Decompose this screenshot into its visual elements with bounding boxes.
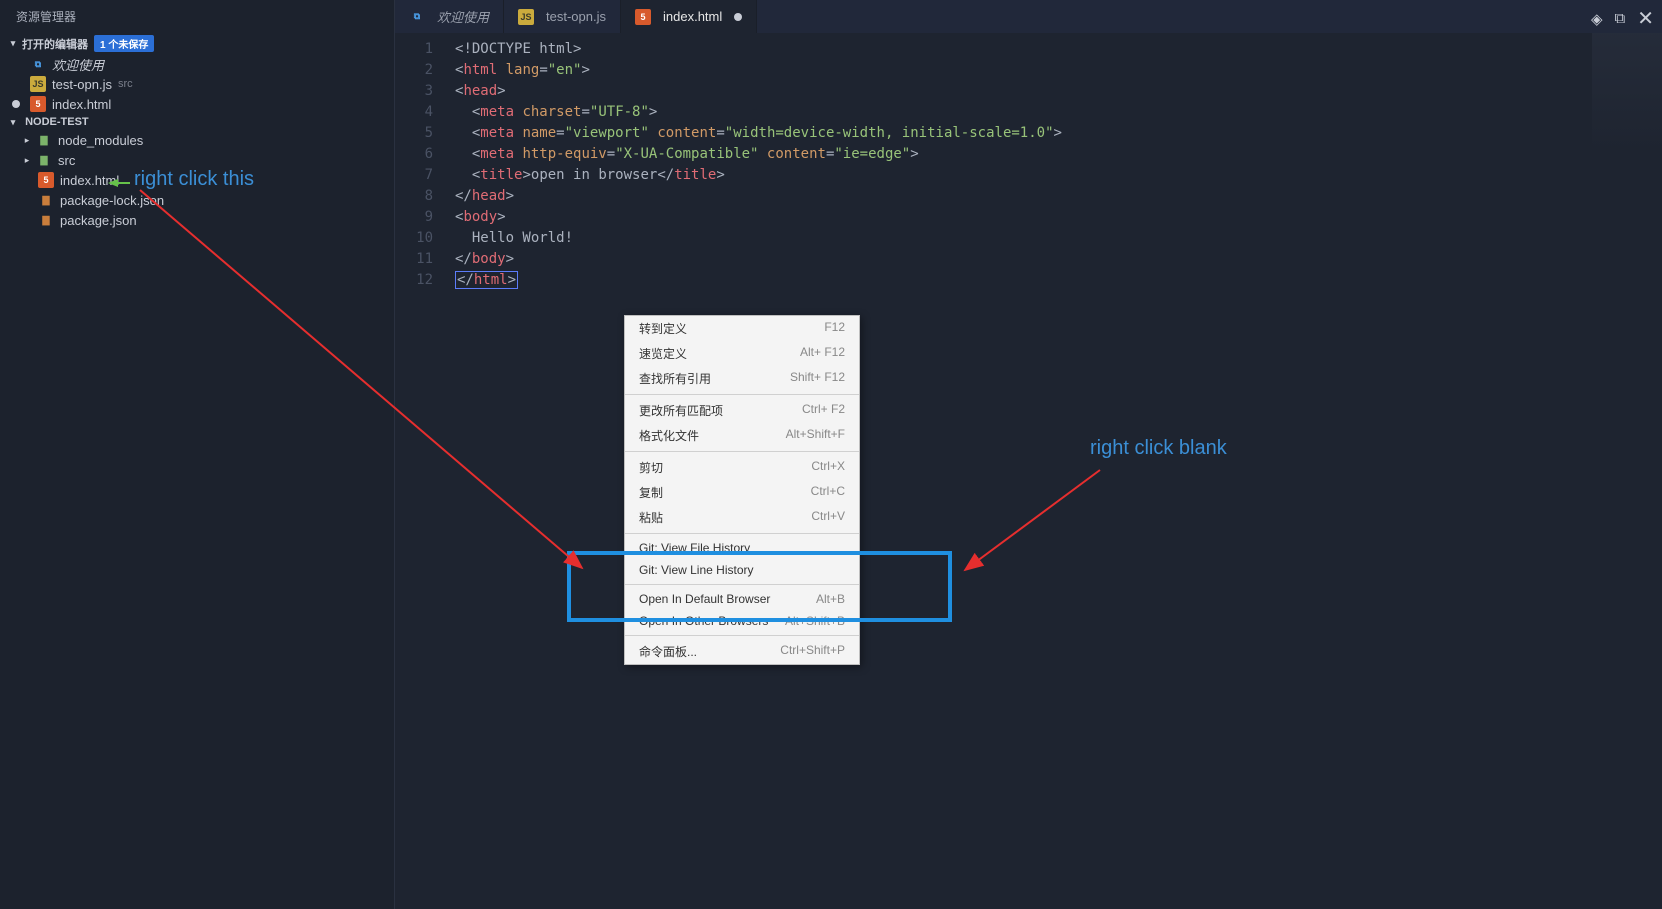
annotation-right: right click blank xyxy=(1090,437,1227,460)
chevron-right-icon: ▸ xyxy=(22,155,32,166)
tab-index-html[interactable]: 5 index.html xyxy=(621,0,757,33)
tab-label: 欢迎使用 xyxy=(437,7,489,26)
chevron-down-icon: ▾ xyxy=(8,38,18,49)
menu-item-find-refs[interactable]: 查找所有引用Shift+ F12 xyxy=(625,366,859,391)
vscode-icon: ⧉ xyxy=(30,56,46,72)
editor-main: ⧉ 欢迎使用 JS test-opn.js 5 index.html ◈ ⧉ ✕… xyxy=(395,0,1662,909)
json-icon: ▇ xyxy=(38,212,54,228)
chevron-down-icon: ▾ xyxy=(8,117,18,128)
menu-separator xyxy=(625,451,859,452)
folder-icon: ▇ xyxy=(36,152,52,168)
editor-area[interactable]: 123456789101112 <!DOCTYPE html> <html la… xyxy=(395,33,1662,909)
menu-item-paste[interactable]: 粘贴Ctrl+V xyxy=(625,505,859,530)
open-editor-item[interactable]: ⧉ 欢迎使用 xyxy=(0,54,394,74)
menu-item-cut[interactable]: 剪切Ctrl+X xyxy=(625,455,859,480)
menu-separator xyxy=(625,533,859,534)
tree-label: node_modules xyxy=(58,133,143,148)
tree-label: package-lock.json xyxy=(60,193,164,208)
tab-test-opn[interactable]: JS test-opn.js xyxy=(504,0,621,33)
folder-icon: ▇ xyxy=(36,132,52,148)
html-icon: 5 xyxy=(38,172,54,188)
editor-title-actions: ◈ ⧉ ✕ xyxy=(1591,6,1654,31)
menu-item-peek-def[interactable]: 速览定义Alt+ F12 xyxy=(625,341,859,366)
html-icon: 5 xyxy=(635,9,651,25)
tab-label: test-opn.js xyxy=(546,9,606,24)
annotation-left: right click this xyxy=(134,168,254,191)
tab-welcome[interactable]: ⧉ 欢迎使用 xyxy=(395,0,504,33)
open-editor-item[interactable]: 5 index.html xyxy=(0,94,394,114)
unsaved-badge: 1 个未保存 xyxy=(94,35,154,52)
html-icon: 5 xyxy=(30,96,46,112)
open-editors-label: 打开的编辑器 xyxy=(22,36,88,52)
dirty-icon xyxy=(12,100,20,108)
menu-separator xyxy=(625,394,859,395)
menu-item-command-palette[interactable]: 命令面板...Ctrl+Shift+P xyxy=(625,639,859,664)
open-editor-label: 欢迎使用 xyxy=(52,55,104,74)
open-editor-item[interactable]: JS test-opn.js src xyxy=(0,74,394,94)
compare-icon[interactable]: ◈ xyxy=(1591,10,1603,28)
folder-name: NODE-TEST xyxy=(25,116,89,128)
split-icon[interactable]: ⧉ xyxy=(1615,10,1626,27)
explorer-sidebar: 资源管理器 ▾ 打开的编辑器 1 个未保存 ⧉ 欢迎使用 JS test-opn… xyxy=(0,0,395,909)
js-icon: JS xyxy=(30,76,46,92)
tree-item[interactable]: ▸ ▇ src xyxy=(0,150,394,170)
line-gutter: 123456789101112 xyxy=(395,33,447,909)
tree-item[interactable]: ▸ ▇ node_modules xyxy=(0,130,394,150)
close-icon[interactable]: ✕ xyxy=(1637,6,1654,31)
json-icon: ▇ xyxy=(38,192,54,208)
chevron-right-icon: ▸ xyxy=(22,135,32,146)
dirty-icon xyxy=(734,13,742,21)
menu-item-format[interactable]: 格式化文件Alt+Shift+F xyxy=(625,423,859,448)
open-editor-label: index.html xyxy=(52,97,111,112)
tree-label: package.json xyxy=(60,213,137,228)
tree-label: src xyxy=(58,153,75,168)
js-icon: JS xyxy=(518,9,534,25)
tab-label: index.html xyxy=(663,9,722,24)
tree-label: index.html xyxy=(60,173,119,188)
tree-item[interactable]: ▇ package.json xyxy=(0,210,394,230)
folder-header[interactable]: ▾ NODE-TEST xyxy=(0,114,394,130)
minimap[interactable] xyxy=(1592,33,1662,153)
menu-item-change-all[interactable]: 更改所有匹配项Ctrl+ F2 xyxy=(625,398,859,423)
menu-separator xyxy=(625,635,859,636)
tree-item[interactable]: ▇ package-lock.json xyxy=(0,190,394,210)
open-editor-label: test-opn.js xyxy=(52,77,112,92)
editor-tabs: ⧉ 欢迎使用 JS test-opn.js 5 index.html xyxy=(395,0,1662,33)
vscode-icon: ⧉ xyxy=(409,9,425,25)
menu-item-copy[interactable]: 复制Ctrl+C xyxy=(625,480,859,505)
explorer-title: 资源管理器 xyxy=(0,0,394,33)
open-editors-header[interactable]: ▾ 打开的编辑器 1 个未保存 xyxy=(0,33,394,54)
open-editor-detail: src xyxy=(118,78,133,90)
annotation-highlight-box xyxy=(567,551,952,622)
menu-item-goto-def[interactable]: 转到定义F12 xyxy=(625,316,859,341)
